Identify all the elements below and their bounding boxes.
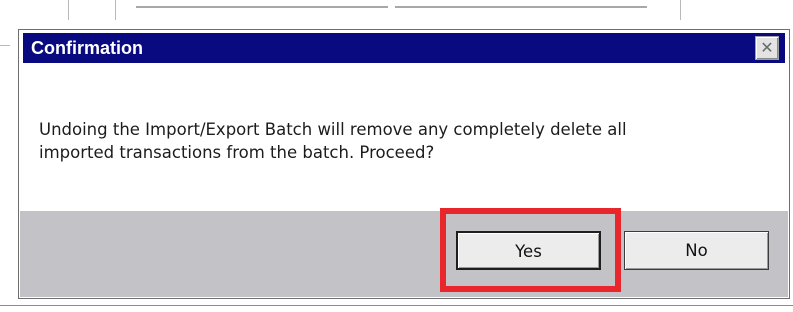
dialog-message-line: Undoing the Import/Export Batch will rem… [39,120,627,139]
dialog-button-bar: Yes No [20,211,788,297]
close-icon: ✕ [760,38,774,57]
dialog-message-line: imported transactions from the batch. Pr… [39,143,435,162]
background-grid-line [0,305,793,306]
close-button[interactable]: ✕ [755,36,779,60]
background-grid-line [395,6,647,8]
background-grid-line [136,6,388,8]
dialog-title: Confirmation [31,38,143,58]
background-grid-line [0,45,10,46]
yes-button[interactable]: Yes [456,231,601,270]
confirmation-dialog: Confirmation ✕ Undoing the Import/Export… [18,29,790,299]
dialog-titlebar[interactable]: Confirmation ✕ [23,33,785,63]
background-grid-line [115,0,116,20]
background-grid-line [68,0,69,20]
background-grid-line [680,0,681,20]
no-button[interactable]: No [624,231,769,270]
dialog-message: Undoing the Import/Export Batch will rem… [39,118,779,164]
